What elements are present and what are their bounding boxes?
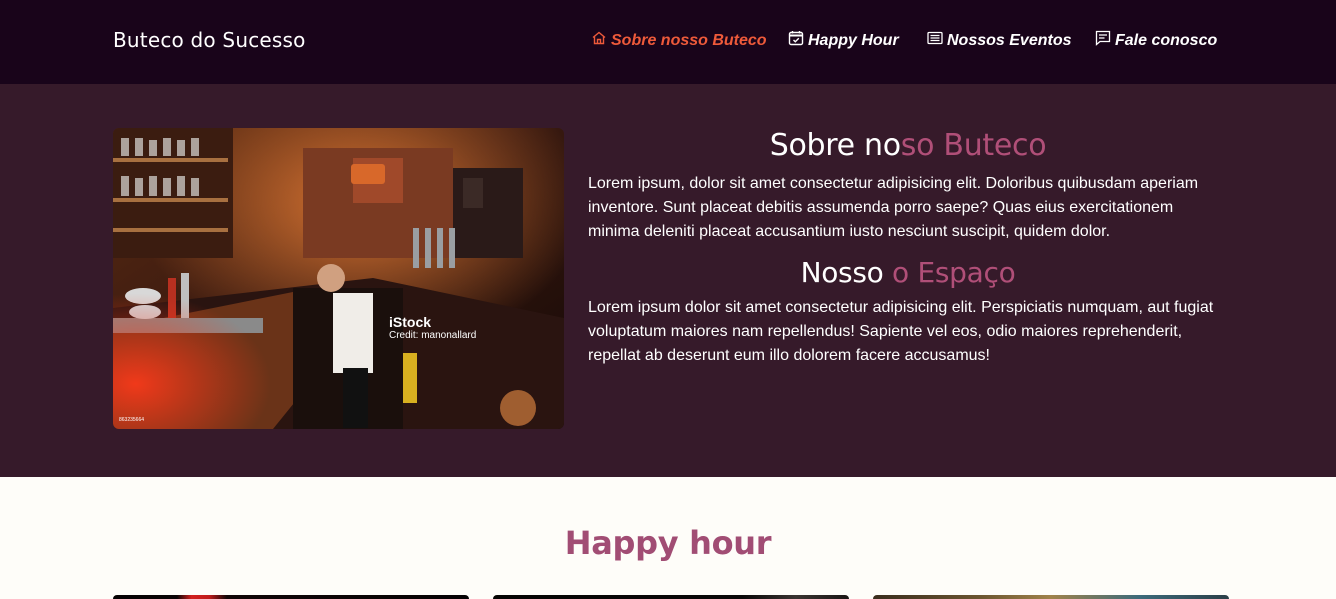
bar-photo-illustration [113,128,564,429]
about-paragraph: Lorem ipsum, dolor sit amet consectetur … [588,175,1199,240]
watermark-id: 863235664 [119,417,145,423]
about-text: Sobre noso Buteco Lorem ipsum, dolor sit… [588,128,1228,368]
space-heading-white: Nosso [800,256,893,289]
nav-item-fale-conosco[interactable]: Fale conosco [1095,30,1217,51]
about-section: iStock Credit: manonallard 863235664 Sob… [0,84,1336,477]
chat-icon [1095,30,1111,51]
nav-item-sobre[interactable]: Sobre nosso Buteco [591,30,767,51]
about-heading: Sobre noso Buteco [588,128,1228,170]
main-nav: Sobre nosso Buteco Happy Hour Nossos Eve… [0,0,1336,84]
nav-item-label: Happy Hour [808,31,899,49]
home-icon [591,30,607,51]
bar-interior-photo: iStock Credit: manonallard 863235664 [113,128,564,429]
space-paragraph: Lorem ipsum dolor sit amet consectetur a… [588,299,1214,364]
watermark-credit: Credit: manonallard [389,330,477,341]
calendar-check-icon [788,30,804,51]
watermark: iStock Credit: manonallard [389,314,476,341]
nav-item-label: Nossos Eventos [947,31,1072,49]
about-heading-white: Sobre no [769,128,901,163]
space-heading: Nosso o Espaço [588,256,1228,294]
space-heading-pink: o Espaço [892,256,1016,289]
happy-hour-card[interactable] [113,595,469,599]
nav-item-happy-hour[interactable]: Happy Hour [788,30,899,51]
newspaper-icon [927,30,943,51]
watermark-brand: iStock [389,314,432,330]
about-heading-pink: so Buteco [900,128,1047,163]
nav-item-eventos[interactable]: Nossos Eventos [927,30,1071,51]
happy-hour-card[interactable] [493,595,849,599]
happy-hour-card[interactable] [873,595,1229,599]
navbar: Buteco do Sucesso Sobre nosso Buteco Hap… [0,0,1336,84]
nav-item-label: Fale conosco [1115,31,1218,49]
nav-item-label: Sobre nosso Buteco [611,31,767,49]
happy-hour-title: Happy hour [564,524,772,562]
